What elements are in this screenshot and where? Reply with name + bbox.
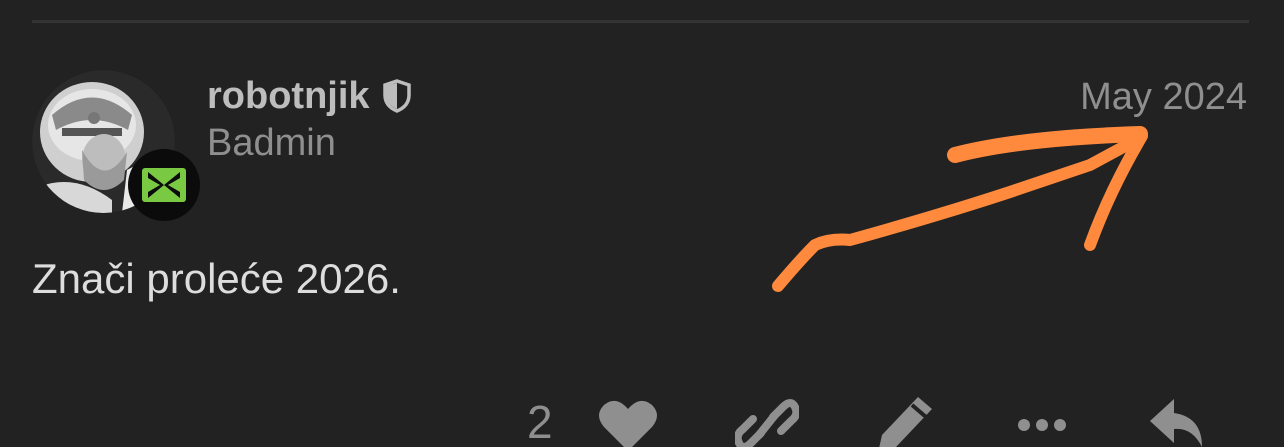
like-button[interactable] bbox=[596, 395, 660, 447]
reply-button[interactable] bbox=[1146, 395, 1210, 447]
author-title: Badmin bbox=[207, 122, 336, 164]
post-page: robotnjik Badmin May 2024 Znači proleće … bbox=[0, 0, 1284, 447]
username-label[interactable]: robotnjik bbox=[207, 74, 370, 118]
link-icon bbox=[733, 399, 801, 447]
post-actions: 2 bbox=[0, 395, 1284, 447]
reply-icon bbox=[1150, 399, 1202, 447]
edit-button[interactable] bbox=[872, 395, 936, 447]
pencil-icon bbox=[879, 397, 932, 447]
ellipsis-icon bbox=[1018, 419, 1066, 431]
like-count[interactable]: 2 bbox=[527, 395, 553, 447]
annotation-arrow bbox=[772, 126, 1148, 292]
post-body: Znači proleće 2026. bbox=[32, 255, 401, 302]
author-username[interactable]: robotnjik bbox=[207, 74, 412, 118]
more-options-button[interactable] bbox=[1012, 395, 1076, 447]
heart-icon bbox=[599, 400, 657, 447]
copy-link-button[interactable] bbox=[733, 395, 801, 447]
author-avatar-group[interactable] bbox=[32, 70, 200, 221]
shield-icon bbox=[382, 79, 411, 113]
post-divider bbox=[32, 20, 1249, 23]
flair-logo-icon bbox=[128, 149, 200, 221]
